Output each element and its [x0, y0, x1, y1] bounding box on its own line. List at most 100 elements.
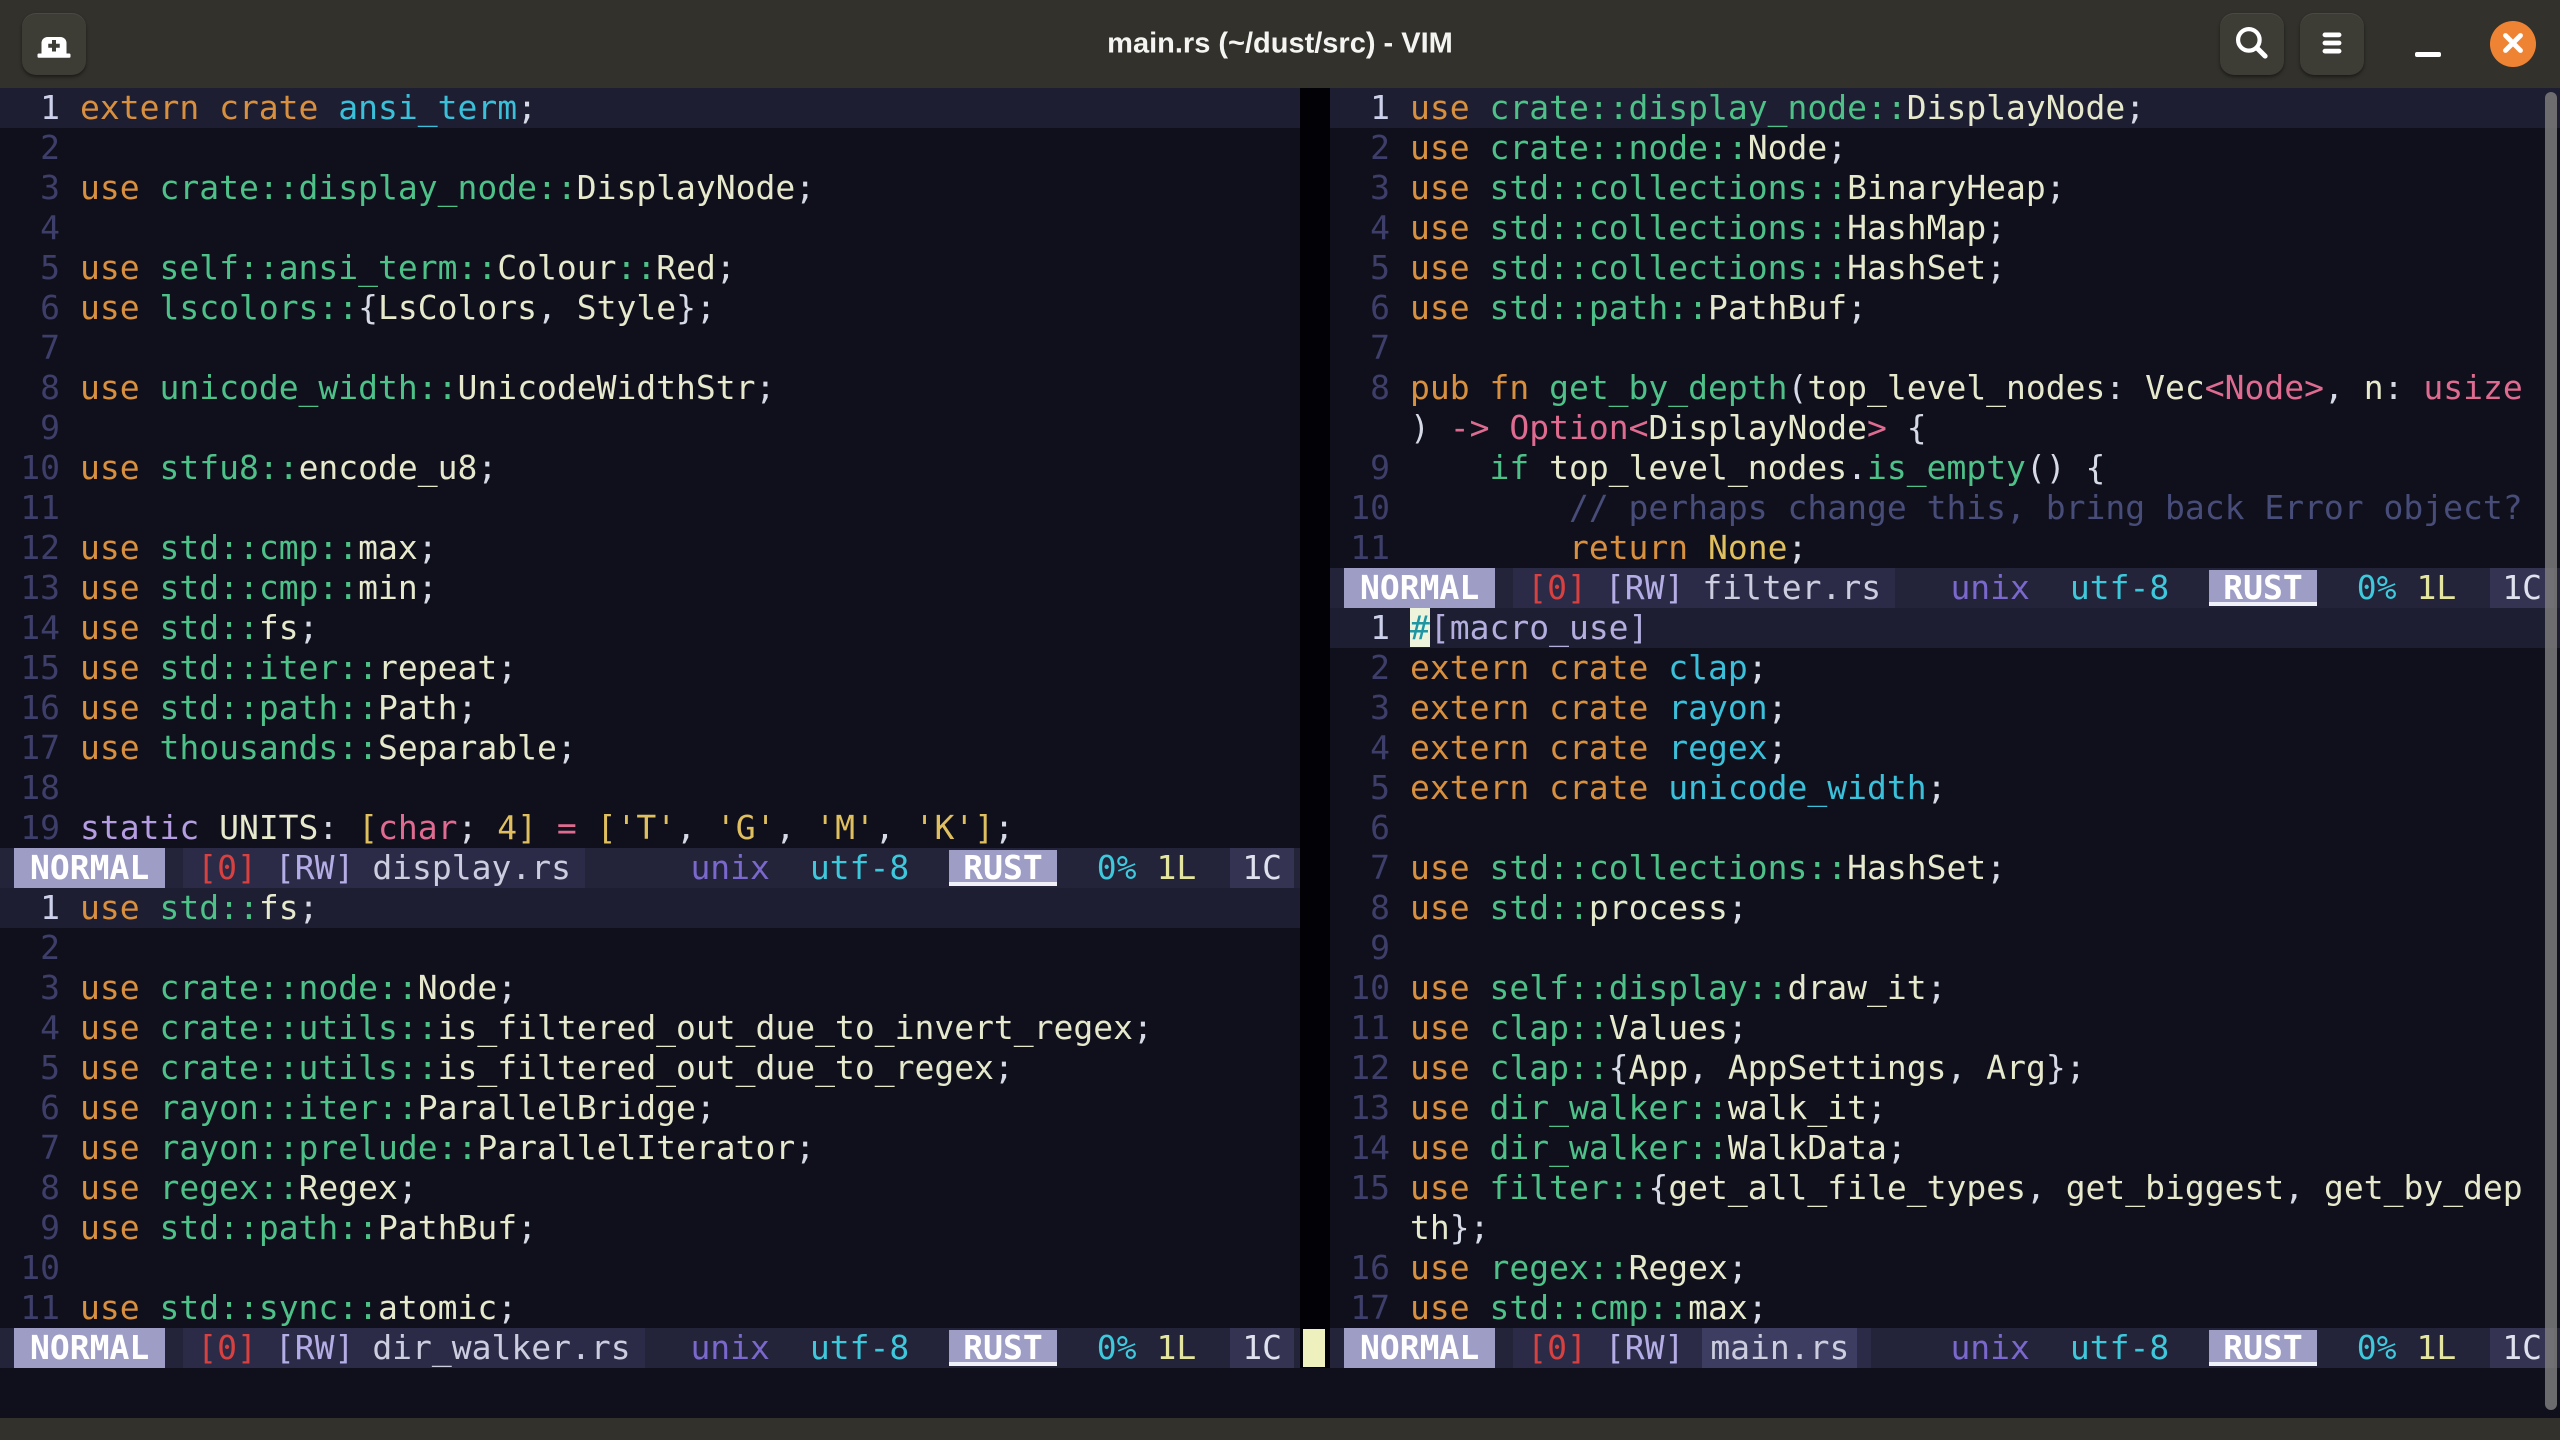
- code-token: use: [80, 168, 159, 207]
- editor-pane-filter[interactable]: 1use crate::display_node::DisplayNode;2u…: [1330, 88, 2560, 568]
- close-button[interactable]: [2490, 21, 2536, 67]
- code-token: WalkData: [1728, 1128, 1887, 1167]
- code-token: {: [1609, 1048, 1629, 1087]
- code-token: use: [80, 688, 159, 727]
- code-text: [80, 1248, 1300, 1288]
- vertical-split-divider[interactable]: [1300, 88, 1330, 1368]
- code-token: std::collections::: [1489, 208, 1847, 247]
- code-text: extern crate unicode_width;: [1410, 768, 2560, 808]
- code-token: [1490, 408, 1510, 447]
- code-text: use rayon::prelude::ParallelIterator;: [80, 1128, 1300, 1168]
- line-number: 3: [0, 168, 80, 208]
- code-token: clap::: [1489, 1048, 1608, 1087]
- code-token: Node: [2225, 368, 2304, 407]
- code-token: ;: [994, 1048, 1014, 1087]
- code-line: 13use std::cmp::min;: [0, 568, 1300, 608]
- code-text: [1410, 808, 2560, 848]
- code-token: extern crate: [80, 88, 338, 127]
- code-text: use regex::Regex;: [80, 1168, 1300, 1208]
- line-number: 10: [1330, 488, 1410, 528]
- code-text: use std::path::Path;: [80, 688, 1300, 728]
- code-token: Red: [656, 248, 716, 287]
- code-token: ;: [418, 528, 438, 567]
- code-token: use: [1410, 1248, 1489, 1287]
- filename: display.rs: [372, 848, 571, 888]
- line-number: 6: [1330, 288, 1410, 328]
- line-number: 5: [1330, 248, 1410, 288]
- code-token: crate::utils::: [159, 1008, 437, 1047]
- scrollbar[interactable]: [2545, 92, 2557, 1410]
- code-token: use: [80, 1168, 159, 1207]
- code-line: 9: [0, 408, 1300, 448]
- code-token: crate::display_node::: [1489, 88, 1906, 127]
- code-text: use clap::Values;: [1410, 1008, 2560, 1048]
- editor-pane-dir-walker[interactable]: 1use std::fs;23use crate::node::Node;4us…: [0, 888, 1300, 1328]
- code-text: ) -> Option<DisplayNode> {: [1410, 408, 2560, 448]
- line-number: 1: [1330, 88, 1410, 128]
- statusline-filter: NORMAL [0] [RW] filter.rs unix utf-8 RUS…: [1330, 568, 2560, 608]
- file-info: [0] [RW] dir_walker.rs: [183, 1328, 644, 1368]
- code-token: use: [80, 1208, 159, 1247]
- encoding: utf-8: [2070, 1328, 2169, 1368]
- code-text: use dir_walker::walk_it;: [1410, 1088, 2560, 1128]
- code-token: crate::node::: [159, 968, 417, 1007]
- code-token: ;: [756, 368, 776, 407]
- search-button[interactable]: [2220, 13, 2284, 75]
- code-token: get_by_dep: [2324, 1168, 2523, 1207]
- code-text: use std::collections::HashSet;: [1410, 848, 2560, 888]
- new-tab-button[interactable]: [22, 13, 86, 75]
- code-token: ;: [1986, 248, 2006, 287]
- editor-pane-main[interactable]: 1#[macro_use]2extern crate clap;3extern …: [1330, 608, 2560, 1328]
- code-token: ;: [477, 448, 497, 487]
- code-text: use crate::display_node::DisplayNode;: [1410, 88, 2560, 128]
- code-token: UnicodeWidthStr: [458, 368, 756, 407]
- column-indicator: 1C: [1230, 848, 1294, 888]
- code-token: extern crate: [1410, 688, 1668, 727]
- code-token: ;: [1133, 1008, 1153, 1047]
- code-token: Regex: [299, 1168, 398, 1207]
- code-token: use: [1410, 168, 1489, 207]
- code-token: ,: [676, 808, 716, 847]
- menu-button[interactable]: [2300, 13, 2364, 75]
- code-token: ;: [458, 688, 478, 727]
- code-token: DisplayNode: [577, 168, 796, 207]
- code-token: ,: [537, 288, 577, 327]
- code-token: get_biggest: [2066, 1168, 2285, 1207]
- code-text: extern crate clap;: [1410, 648, 2560, 688]
- code-token: [: [597, 808, 617, 847]
- line-number: 11: [0, 488, 80, 528]
- code-line: 2use crate::node::Node;: [1330, 128, 2560, 168]
- code-token: PathBuf: [1708, 288, 1847, 327]
- line-number: 8: [0, 368, 80, 408]
- code-token: Values: [1609, 1008, 1728, 1047]
- code-token: use: [1410, 288, 1489, 327]
- editor-pane-display[interactable]: 1extern crate ansi_term;23use crate::dis…: [0, 88, 1300, 848]
- code-text: use crate::node::Node;: [1410, 128, 2560, 168]
- code-token: ;: [2046, 168, 2066, 207]
- code-token: ,: [1946, 1048, 1986, 1087]
- code-token: use: [1410, 1008, 1489, 1047]
- minimize-button[interactable]: [2408, 13, 2448, 75]
- line-number: 12: [1330, 1048, 1410, 1088]
- code-text: [80, 768, 1300, 808]
- statusline-display: NORMAL [0] [RW] display.rs unix utf-8 RU…: [0, 848, 1300, 888]
- code-token: ;: [1847, 288, 1867, 327]
- code-token: ;: [398, 1168, 418, 1207]
- new-tab-icon: [34, 23, 74, 66]
- statusline-right: unix utf-8 RUST 0% 1L 1C: [690, 1328, 1300, 1368]
- code-text: extern crate regex;: [1410, 728, 2560, 768]
- line-number: 15: [0, 648, 80, 688]
- line-number: 13: [0, 568, 80, 608]
- code-token: thousands::: [159, 728, 378, 767]
- code-text: use crate::node::Node;: [80, 968, 1300, 1008]
- code-line: 14use dir_walker::WalkData;: [1330, 1128, 2560, 1168]
- code-line: 12use clap::{App, AppSettings, Arg};: [1330, 1048, 2560, 1088]
- code-token: ansi_term: [338, 88, 517, 127]
- code-token: ->: [1450, 408, 1490, 447]
- code-token: ParallelBridge: [418, 1088, 696, 1127]
- statusline-right: unix utf-8 RUST 0% 1L 1C: [1950, 1328, 2560, 1368]
- terminal-window: main.rs (~/dust/src) - VIM: [0, 0, 2560, 1440]
- line-number: 13: [1330, 1088, 1410, 1128]
- code-token: ;: [1986, 208, 2006, 247]
- code-text: use std::cmp::min;: [80, 568, 1300, 608]
